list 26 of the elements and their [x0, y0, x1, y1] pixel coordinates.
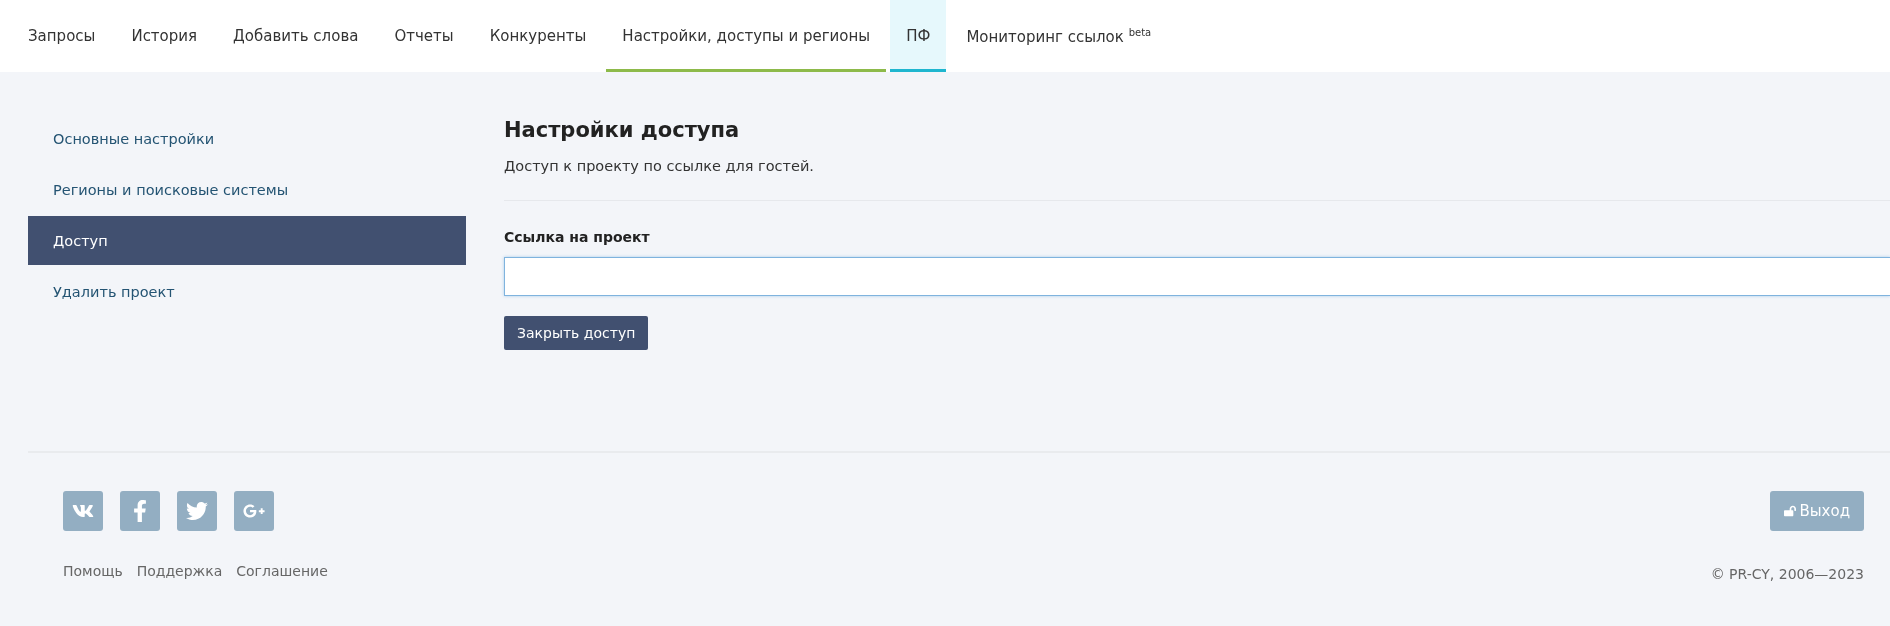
footer-link[interactable]: Помощь [63, 563, 123, 579]
google-plus-icon[interactable] [234, 491, 274, 531]
section-title: Настройки доступа [504, 118, 741, 142]
sidebar-item[interactable]: Основные настройки [28, 114, 466, 163]
facebook-icon[interactable] [120, 491, 160, 531]
sidebar-item[interactable]: Удалить проект [28, 267, 466, 316]
nav-tab[interactable]: ПФ [890, 0, 947, 72]
sidebar-item[interactable]: Доступ [28, 216, 466, 265]
project-link-field[interactable] [504, 257, 1890, 296]
nav-tab[interactable]: Добавить слова [217, 0, 375, 72]
sidebar-item[interactable]: Регионы и поисковые системы [28, 165, 466, 214]
section-description: Доступ к проекту по ссылке для гостей. [504, 158, 815, 174]
field-label: Ссылка на проект [504, 229, 651, 245]
close-access-button[interactable]: Закрыть доступ [504, 316, 649, 350]
nav-tab[interactable]: Настройки, доступы и регионы [606, 0, 887, 72]
unlock-icon [1784, 505, 1797, 517]
footer-link[interactable]: Соглашение [236, 563, 328, 579]
nav-tab[interactable]: Мониторинг ссылок $^{beta}$ [950, 0, 1168, 72]
footer-link[interactable]: Поддержка [136, 563, 223, 579]
vk-icon[interactable] [63, 491, 103, 531]
twitter-icon[interactable] [177, 491, 217, 531]
nav-tab[interactable]: Отчеты [378, 0, 470, 72]
nav-tab[interactable]: История [115, 0, 214, 72]
nav-tab[interactable]: Конкуренты [473, 0, 603, 72]
copyright: © PR-CY, 2006—2023 [1710, 566, 1864, 582]
nav-tab[interactable]: Запросы [12, 0, 112, 72]
